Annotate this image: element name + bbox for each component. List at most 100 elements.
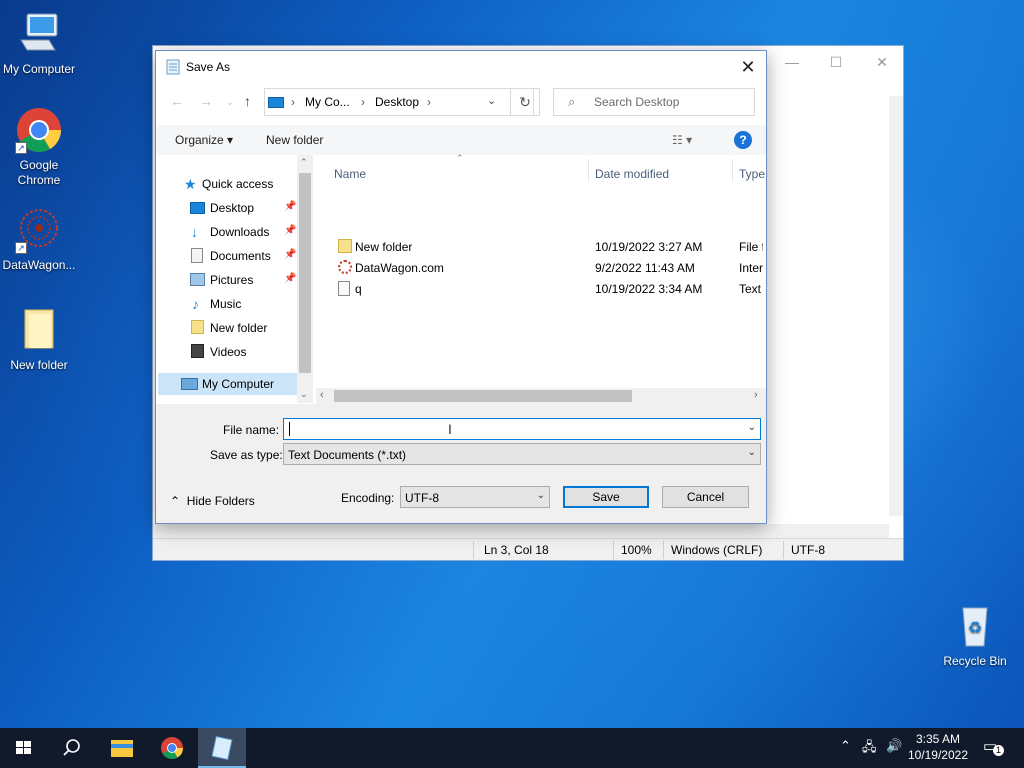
volume-icon[interactable]: 🔊	[886, 738, 902, 754]
desktop-icon-chrome[interactable]: ↗ Google Chrome	[0, 106, 78, 188]
computer-icon	[15, 10, 63, 58]
file-name-label: File name:	[223, 423, 280, 437]
network-icon[interactable]: 🖧	[862, 738, 877, 760]
nav-item-new-folder[interactable]: New folder	[158, 317, 298, 339]
address-bar[interactable]: › My Co... › Desktop › ⌄	[264, 88, 534, 116]
desktop-icon-my-computer[interactable]: My Computer	[0, 10, 78, 77]
scrollbar-thumb[interactable]	[299, 173, 311, 373]
nav-item-pictures[interactable]: Pictures 📌	[158, 269, 298, 291]
forward-button[interactable]: →	[199, 93, 213, 109]
chevron-right-icon: ›	[291, 95, 295, 109]
help-button[interactable]: ?	[734, 131, 752, 149]
recent-locations-button[interactable]: ⌄	[226, 97, 234, 108]
breadcrumb-root[interactable]: My Co...	[305, 95, 350, 109]
pin-icon: 📌	[284, 201, 297, 212]
search-box[interactable]: ⌕ Search Desktop	[553, 88, 755, 116]
horizontal-scrollbar[interactable]	[153, 524, 889, 538]
nav-item-desktop[interactable]: Desktop 📌	[158, 197, 298, 219]
column-header-date[interactable]: Date modified	[595, 167, 669, 181]
column-header-name[interactable]: Name	[334, 167, 366, 181]
search-placeholder: Search Desktop	[594, 95, 680, 109]
vertical-scrollbar[interactable]	[889, 96, 903, 516]
clock-date: 10/19/2022	[907, 748, 968, 762]
desktop-icon-label: Google Chrome	[17, 158, 61, 187]
notification-count-badge: 1	[993, 745, 1004, 756]
cursor-position: Ln 3, Col 18	[484, 543, 549, 557]
action-center-button[interactable]: ▭ 1	[983, 737, 1004, 756]
system-clock[interactable]: 3:35 AM 10/19/2022	[908, 731, 968, 763]
scrollbar-thumb[interactable]	[334, 390, 632, 402]
file-name-input[interactable]: I ⌄	[283, 418, 761, 440]
nav-item-music[interactable]: ♪ Music	[158, 293, 298, 315]
dialog-close-button[interactable]: ✕	[734, 53, 762, 81]
nav-item-quick-access[interactable]: ★ Quick access	[158, 173, 298, 195]
web-link-icon	[338, 260, 352, 274]
scroll-right-icon[interactable]: ›	[754, 389, 758, 401]
navigation-scrollbar[interactable]: ⌃ ⌄	[297, 155, 313, 403]
music-icon: ♪	[192, 296, 199, 312]
desktop-icon-new-folder[interactable]: New folder	[0, 306, 78, 373]
svg-text:♻: ♻	[968, 620, 982, 637]
notepad-taskbar-button[interactable]	[198, 728, 246, 768]
close-button[interactable]: ✕	[867, 54, 897, 70]
shortcut-arrow-icon: ↗	[15, 242, 27, 254]
refresh-button[interactable]: ↻	[510, 88, 540, 116]
nav-item-downloads[interactable]: ↓ Downloads 📌	[158, 221, 298, 243]
sort-ascending-icon: ⌃	[456, 153, 464, 163]
file-list-hscrollbar[interactable]: ‹ ›	[316, 388, 766, 404]
file-row[interactable]: DataWagon.com 9/2/2022 11:43 AM Intern	[332, 258, 763, 279]
encoding-select[interactable]: UTF-8 ⌄	[400, 486, 550, 508]
search-button[interactable]	[48, 728, 96, 768]
organize-menu[interactable]: Organize ▾	[175, 133, 233, 147]
chevron-right-icon: ›	[427, 95, 431, 109]
desktop-icon-datawagon[interactable]: ↗ DataWagon...	[0, 206, 78, 273]
desktop-icon-label: My Computer	[2, 62, 76, 76]
computer-icon	[268, 97, 284, 108]
document-icon	[191, 248, 203, 263]
desktop-icon-recycle-bin[interactable]: ♻ Recycle Bin	[936, 602, 1014, 669]
video-icon	[191, 344, 204, 358]
save-options-area: File name: I ⌄ Save as type: Text Docume…	[156, 404, 766, 523]
datawagon-icon: ↗	[15, 206, 63, 254]
nav-item-my-computer[interactable]: My Computer	[158, 373, 298, 395]
up-button[interactable]: ↑	[244, 93, 251, 109]
address-dropdown-icon[interactable]: ⌄	[487, 94, 496, 107]
text-file-icon	[338, 281, 350, 296]
desktop-icon-label: Recycle Bin	[943, 654, 1007, 668]
hide-folders-button[interactable]: ⌃ Hide Folders	[170, 494, 255, 508]
pin-icon: 📌	[284, 249, 297, 260]
new-folder-button[interactable]: New folder	[266, 133, 323, 147]
chrome-taskbar-button[interactable]	[148, 728, 196, 768]
start-button[interactable]	[0, 728, 48, 768]
cancel-button[interactable]: Cancel	[662, 486, 749, 508]
scroll-up-icon[interactable]: ⌃	[300, 157, 308, 168]
file-row[interactable]: q 10/19/2022 3:34 AM Text D	[332, 279, 763, 300]
notepad-icon	[211, 735, 233, 761]
save-as-dialog[interactable]: Save As ✕ ← → ⌄ ↑ › My Co... › Desktop ›…	[155, 50, 767, 524]
nav-item-documents[interactable]: Documents 📌	[158, 245, 298, 267]
back-button[interactable]: ←	[170, 93, 184, 109]
chevron-down-icon: ⌄	[536, 490, 545, 501]
pin-icon: 📌	[284, 225, 297, 236]
view-options-icon[interactable]: ☷ ▾	[672, 133, 692, 147]
chrome-icon: ↗	[15, 106, 63, 154]
ibeam-cursor-icon: I	[448, 421, 452, 437]
breadcrumb-current[interactable]: Desktop	[375, 95, 419, 109]
file-explorer-button[interactable]	[98, 728, 146, 768]
minimize-button[interactable]: —	[777, 54, 807, 70]
column-header-type[interactable]: Type	[739, 167, 765, 181]
show-hidden-icons-button[interactable]: ⌃	[840, 738, 851, 754]
dialog-title: Save As	[186, 60, 231, 74]
save-type-select[interactable]: Text Documents (*.txt) ⌄	[283, 443, 761, 465]
chevron-down-icon[interactable]: ⌄	[748, 422, 756, 433]
maximize-button[interactable]: ☐	[821, 54, 851, 70]
clock-time: 3:35 AM	[915, 732, 960, 746]
file-row[interactable]: New folder 10/19/2022 3:27 AM File fo	[332, 237, 763, 258]
scroll-down-icon[interactable]: ⌄	[300, 389, 308, 400]
chevron-right-icon: ›	[361, 95, 365, 109]
recycle-bin-icon: ♻	[951, 602, 999, 650]
nav-item-videos[interactable]: Videos	[158, 341, 298, 363]
desktop-icon-label: DataWagon...	[2, 258, 76, 272]
save-button[interactable]: Save	[563, 486, 649, 508]
scroll-left-icon[interactable]: ‹	[320, 389, 324, 401]
